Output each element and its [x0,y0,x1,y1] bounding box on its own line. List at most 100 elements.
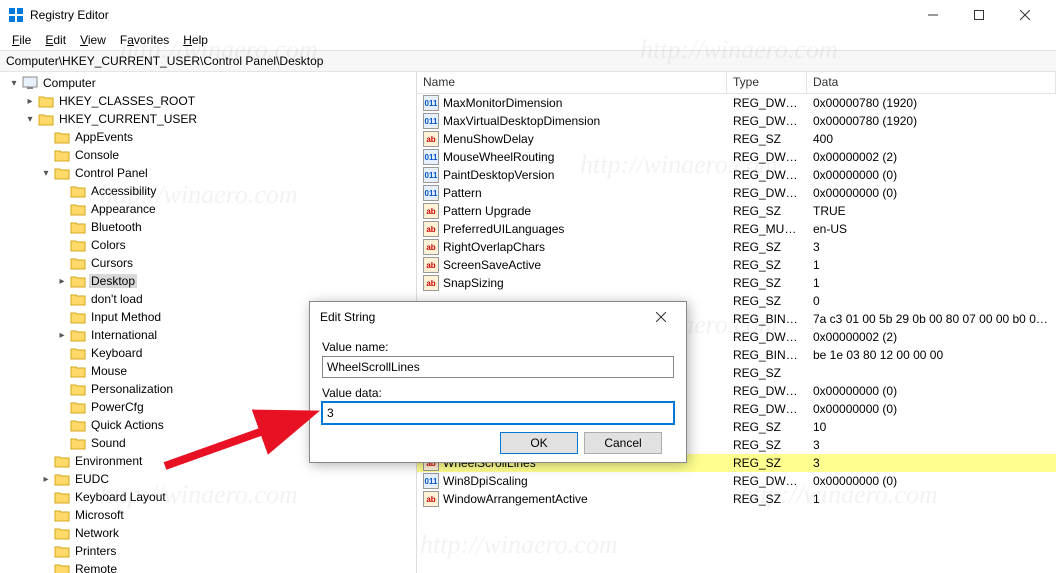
value-name-input[interactable] [322,356,674,378]
value-name: SnapSizing [443,276,504,290]
folder-icon [70,274,86,288]
address-bar[interactable]: Computer\HKEY_CURRENT_USER\Control Panel… [0,50,1056,72]
value-type: REG_DWORD [727,402,807,416]
column-type[interactable]: Type [727,72,807,93]
tree-item[interactable]: Keyboard Layout [0,488,416,506]
tree-item[interactable]: ▸Desktop [0,272,416,290]
folder-icon [70,256,86,270]
list-row[interactable]: abPattern UpgradeREG_SZTRUE [417,202,1056,220]
folder-icon [54,490,70,504]
minimize-button[interactable] [910,0,956,30]
value-type: REG_BINARY [727,312,807,326]
menu-edit[interactable]: Edit [39,31,72,49]
list-row[interactable]: 011PatternREG_DWORD0x00000000 (0) [417,184,1056,202]
list-row[interactable]: 011PaintDesktopVersionREG_DWORD0x0000000… [417,166,1056,184]
menu-help[interactable]: Help [177,31,214,49]
folder-icon [70,202,86,216]
tree-toggle-icon[interactable]: ▾ [40,168,52,179]
list-header: Name Type Data [417,72,1056,94]
list-row[interactable]: 011MaxVirtualDesktopDimensionREG_DWORD0x… [417,112,1056,130]
value-name: MouseWheelRouting [443,150,554,164]
list-row[interactable]: abPreferredUILanguagesREG_MULTI...en-US [417,220,1056,238]
folder-icon [54,130,70,144]
list-row[interactable]: abWindowArrangementActiveREG_SZ1 [417,490,1056,508]
string-value-icon: ab [423,275,439,291]
value-data: 0x00000000 (0) [807,402,1056,416]
value-data: 0 [807,294,1056,308]
column-data[interactable]: Data [807,72,1056,93]
tree-item-label: Microsoft [73,508,126,522]
list-row[interactable]: abSnapSizingREG_SZ1 [417,274,1056,292]
tree-item-label: Mouse [89,364,129,378]
value-data-input[interactable] [322,402,674,424]
tree-item-label: don't load [89,292,145,306]
tree-item[interactable]: Network [0,524,416,542]
tree-toggle-icon[interactable]: ▸ [56,330,68,341]
folder-icon [54,148,70,162]
menu-file[interactable]: File [6,31,37,49]
list-row[interactable]: 011 MouseWheelRouting REG_DWORD0x00000002 … [417,148,1056,166]
tree-item[interactable]: Printers [0,542,416,560]
menu-favorites[interactable]: Favorites [114,31,175,49]
tree-item[interactable]: ▸HKEY_CLASSES_ROOT [0,92,416,110]
list-row[interactable]: 011Win8DpiScalingREG_DWORD0x00000000 (0) [417,472,1056,490]
folder-icon [70,328,86,342]
tree-item[interactable]: ▾HKEY_CURRENT_USER [0,110,416,128]
tree-toggle-icon[interactable]: ▾ [8,78,20,89]
list-row[interactable]: abMenuShowDelayREG_SZ400 [417,130,1056,148]
value-name: PreferredUILanguages [443,222,564,236]
close-button[interactable] [1002,0,1048,30]
tree-item[interactable]: ▸EUDC [0,470,416,488]
tree-toggle-icon[interactable]: ▸ [40,474,52,485]
binary-value-icon: 011 [423,149,439,165]
value-type: REG_DWORD [727,150,807,164]
tree-item[interactable]: Remote [0,560,416,573]
cancel-button[interactable]: Cancel [584,432,662,454]
tree-item[interactable]: Colors [0,236,416,254]
window-title: Registry Editor [30,8,910,22]
maximize-button[interactable] [956,0,1002,30]
tree-item[interactable]: Microsoft [0,506,416,524]
folder-icon [54,472,70,486]
value-name: RightOverlapChars [443,240,545,254]
tree-item[interactable]: ▾Computer [0,74,416,92]
tree-item[interactable]: Cursors [0,254,416,272]
value-name: Win8DpiScaling [443,474,528,488]
tree-item-label: Bluetooth [89,220,144,234]
tree-item[interactable]: Console [0,146,416,164]
value-data: 10 [807,420,1056,434]
list-row[interactable]: 011MaxMonitorDimensionREG_DWORD0x0000078… [417,94,1056,112]
list-row[interactable]: abScreenSaveActiveREG_SZ1 [417,256,1056,274]
tree-item[interactable]: Bluetooth [0,218,416,236]
value-name: MenuShowDelay [443,132,534,146]
menu-view[interactable]: View [74,31,112,49]
tree-item[interactable]: ▾Control Panel [0,164,416,182]
tree-item-label: Input Method [89,310,163,324]
edit-string-dialog: Edit String Value name: Value data: OK C… [309,301,687,463]
folder-icon [70,418,86,432]
tree-item[interactable]: Accessibility [0,182,416,200]
dialog-close-button[interactable] [646,302,676,332]
ok-button[interactable]: OK [500,432,578,454]
value-type: REG_DWORD [727,186,807,200]
string-value-icon: ab [423,221,439,237]
value-data: 0x00000002 (2) [807,150,1056,164]
column-name[interactable]: Name [417,72,727,93]
value-type: REG_MULTI... [727,222,807,236]
value-data: 0x00000000 (0) [807,186,1056,200]
value-data: 0x00000780 (1920) [807,96,1056,110]
tree-item[interactable]: Appearance [0,200,416,218]
tree-toggle-icon[interactable]: ▸ [56,276,68,287]
list-row[interactable]: abRightOverlapCharsREG_SZ3 [417,238,1056,256]
value-name: Pattern [443,186,482,200]
value-type: REG_SZ [727,276,807,290]
value-type: REG_DWORD [727,114,807,128]
tree-toggle-icon[interactable]: ▾ [24,114,36,125]
folder-icon [54,562,70,573]
value-data: 3 [807,240,1056,254]
tree-item[interactable]: AppEvents [0,128,416,146]
address-path: Computer\HKEY_CURRENT_USER\Control Panel… [6,54,323,68]
string-value-icon: ab [423,131,439,147]
tree-toggle-icon[interactable]: ▸ [24,96,36,107]
tree-item-label: Environment [73,454,144,468]
